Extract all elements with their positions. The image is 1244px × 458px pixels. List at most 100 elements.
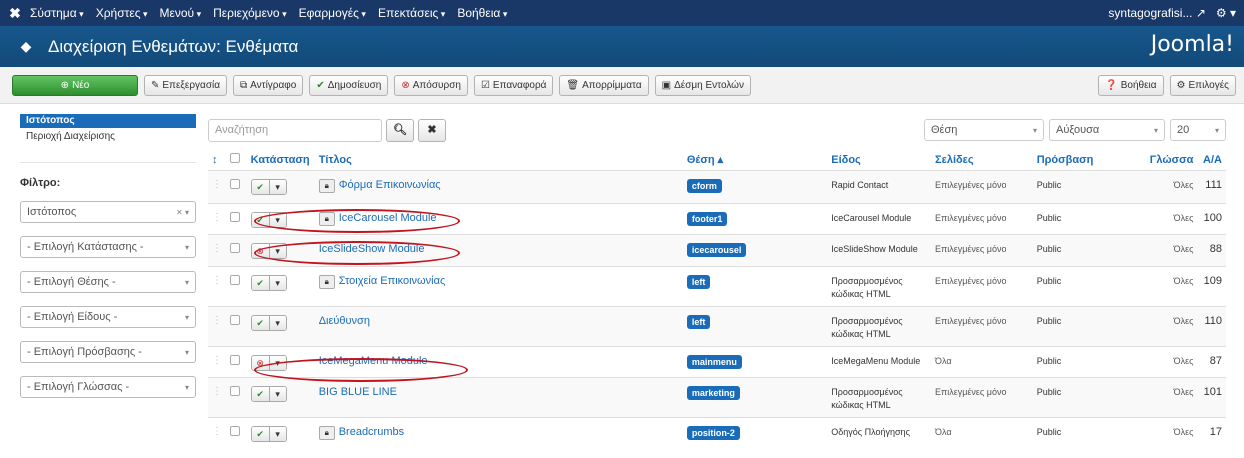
position-sort-select[interactable]: Θέση ▾ [924, 119, 1044, 141]
search-input[interactable]: Αναζήτηση [208, 119, 382, 142]
drag-handle-icon[interactable]: ⋮ [212, 179, 222, 190]
menu-content[interactable]: Περιεχόμενο [213, 6, 286, 20]
status-toggle[interactable]: ✔ ▾ [250, 385, 287, 402]
ordering-header[interactable]: ↕ [208, 150, 226, 170]
row-checkbox[interactable] [230, 425, 241, 436]
lock-icon[interactable]: 🔒︎ [318, 178, 335, 193]
drag-handle-icon[interactable]: ⋮ [212, 426, 222, 437]
module-id: 100 [1197, 202, 1226, 234]
type-header[interactable]: Είδος [827, 150, 931, 170]
module-title-link[interactable]: Breadcrumbs [339, 426, 404, 438]
position-badge: cform [686, 178, 722, 193]
type-line1: IceSlideShow Module [831, 243, 918, 254]
filter-label: Φίλτρο: [20, 177, 61, 189]
module-access: Public [1032, 265, 1127, 306]
row-checkbox[interactable] [230, 274, 241, 285]
trash-icon: 🗑 [566, 79, 580, 91]
sidebar-item-administrator[interactable]: Περιοχή Διαχείρισης [20, 131, 196, 142]
status-toggle[interactable]: ✔ ▾ [250, 178, 287, 195]
id-header[interactable]: Α/Α [1197, 150, 1226, 170]
status-filter-select[interactable]: - Επιλογή Κατάστασης - ▾ [20, 236, 196, 258]
site-link[interactable]: syntagografisi... ↗ [1108, 6, 1205, 20]
module-type: Προσαρμοσμένος κώδικας HTML [827, 376, 931, 417]
row-checkbox[interactable] [230, 242, 241, 253]
new-button[interactable]: ⊕ Νέο [12, 74, 138, 96]
access-filter-select[interactable]: - Επιλογή Πρόσβασης - ▾ [20, 341, 196, 363]
status-toggle[interactable]: ✔ ▾ [250, 274, 287, 291]
pages-header[interactable]: Σελίδες [931, 150, 1033, 170]
module-title-link[interactable]: Στοιχεία Επικοινωνίας [339, 275, 446, 287]
help-button[interactable]: ❓ Βοήθεια [1098, 74, 1164, 96]
module-title-link[interactable]: Φόρμα Επικοινωνίας [339, 179, 441, 191]
row-checkbox[interactable] [230, 211, 241, 222]
batch-icon: ▣ [661, 79, 672, 91]
type-line2: κώδικας HTML [831, 328, 891, 339]
sidebar: Ιστότοπος Περιοχή Διαχείρισης Φίλτρο: Ισ… [20, 114, 196, 411]
menu-menus[interactable]: Μενού [160, 6, 202, 20]
checkall-checkbox[interactable] [230, 153, 241, 164]
options-button[interactable]: ⚙ Επιλογές [1169, 74, 1236, 96]
cancel-circle-icon: ⊗ [401, 79, 410, 91]
type-line2: κώδικας HTML [831, 288, 891, 299]
menu-system[interactable]: Σύστημα [30, 6, 84, 20]
unpublish-button[interactable]: ⊗ Απόσυρση [394, 74, 468, 96]
drag-handle-icon[interactable]: ⋮ [212, 355, 222, 366]
status-header[interactable]: Κατάσταση [247, 150, 315, 170]
chevron-down-icon[interactable]: ▾ [268, 179, 286, 194]
module-pages: Επιλεγμένες μόνο [931, 233, 1033, 266]
title-header[interactable]: Τίτλος [315, 150, 683, 170]
chevron-down-icon[interactable]: ▾ [268, 426, 286, 441]
status-toggle[interactable]: ✔ ▾ [250, 425, 287, 442]
row-checkbox[interactable] [230, 385, 241, 396]
module-access: Public [1032, 416, 1127, 443]
module-title-link[interactable]: Διεύθυνση [319, 315, 370, 327]
lock-icon[interactable]: 🔒︎ [318, 425, 335, 440]
type-filter-select[interactable]: - Επιλογή Είδους - ▾ [20, 306, 196, 328]
lock-icon[interactable]: 🔒︎ [318, 274, 335, 289]
chevron-down-icon: ▾ [1214, 125, 1219, 135]
module-id: 88 [1197, 233, 1226, 266]
search-button[interactable]: 🔍︎ [386, 119, 414, 142]
access-header[interactable]: Πρόσβαση [1033, 150, 1127, 170]
clear-button[interactable]: ✖ [418, 119, 446, 142]
status-toggle[interactable]: ✔ ▾ [250, 314, 287, 331]
edit-button[interactable]: ✎ Επεξεργασία [144, 74, 227, 96]
position-badge: position-2 [686, 425, 740, 440]
module-title-link[interactable]: BIG BLUE LINE [319, 386, 397, 398]
position-filter-select[interactable]: - Επιλογή Θέσης - ▾ [20, 271, 196, 293]
menu-users[interactable]: Χρήστες [96, 6, 148, 20]
sidebar-item-site[interactable]: Ιστότοπος [20, 114, 196, 128]
drag-handle-icon[interactable]: ⋮ [212, 386, 222, 397]
client-filter-select[interactable]: Ιστότοπος ✕ ▾ [20, 201, 196, 223]
row-checkbox[interactable] [230, 354, 241, 365]
drag-handle-icon[interactable]: ⋮ [212, 243, 222, 254]
gear-icon[interactable]: ⚙ ▾ [1216, 6, 1236, 20]
joomla-logo-icon[interactable]: ✖ [0, 5, 30, 22]
checkin-button[interactable]: ☑ Επαναφορά [473, 74, 554, 96]
drag-handle-icon[interactable]: ⋮ [212, 315, 222, 326]
order-select[interactable]: Αύξουσα ▾ [1049, 119, 1165, 141]
row-checkbox[interactable] [230, 314, 241, 325]
position-header[interactable]: Θέση ▴ [683, 150, 827, 170]
limit-select[interactable]: 20 ▾ [1170, 119, 1226, 141]
check-icon: ✔ [251, 315, 269, 330]
drag-handle-icon[interactable]: ⋮ [212, 212, 222, 223]
copy-button[interactable]: ⧉ Αντίγραφο [233, 74, 304, 96]
batch-button[interactable]: ▣ Δέσμη Εντολών [654, 74, 751, 96]
chevron-down-icon[interactable]: ▾ [268, 275, 286, 290]
language-filter-select[interactable]: - Επιλογή Γλώσσας - ▾ [20, 376, 196, 398]
menu-extensions[interactable]: Επεκτάσεις [378, 6, 445, 20]
menu-help[interactable]: Βοήθεια [457, 6, 507, 20]
publish-button[interactable]: ✔ Δημοσίευση [309, 74, 389, 96]
row-checkbox[interactable] [230, 178, 241, 189]
cube-icon: ◆ [20, 38, 32, 54]
chevron-down-icon[interactable]: ▾ [268, 315, 286, 330]
trash-button[interactable]: 🗑 Απορρίμματα [559, 74, 649, 96]
menu-components[interactable]: Εφαρμογές [299, 6, 366, 20]
drag-handle-icon[interactable]: ⋮ [212, 275, 222, 286]
unpublish-label: Απόσυρση [412, 79, 461, 91]
chevron-down-icon[interactable]: ▾ [268, 386, 286, 401]
module-pages: Όλα [931, 345, 1033, 377]
language-header[interactable]: Γλώσσα [1126, 150, 1197, 170]
checkall-header[interactable] [226, 150, 246, 170]
